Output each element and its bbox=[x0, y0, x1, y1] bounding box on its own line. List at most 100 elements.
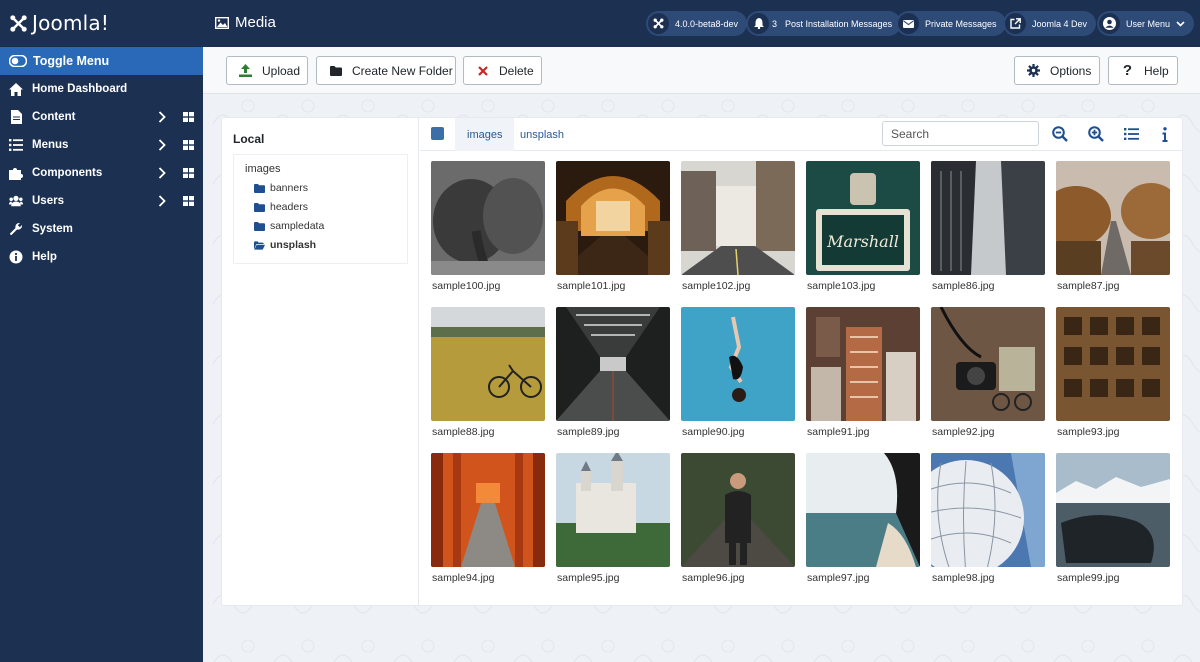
file-name: sample92.jpg bbox=[932, 426, 995, 438]
sidebar-item-content[interactable]: Content bbox=[0, 103, 203, 131]
sidebar-item-label: Home Dashboard bbox=[32, 83, 128, 95]
file-name: sample96.jpg bbox=[682, 572, 745, 584]
breadcrumb-item[interactable]: unsplash bbox=[520, 118, 564, 151]
post-installation-messages-button[interactable]: 3 Post Installation Messages bbox=[746, 11, 902, 36]
thumbnail-image bbox=[806, 453, 920, 567]
tree-folder-headers[interactable]: headers bbox=[254, 201, 308, 213]
list-view-icon[interactable] bbox=[1122, 125, 1140, 143]
wrench-icon bbox=[9, 222, 23, 236]
file-name: sample94.jpg bbox=[432, 572, 495, 584]
media-item[interactable]: sample92.jpg bbox=[931, 307, 1045, 438]
toggle-on-icon bbox=[9, 55, 27, 67]
sidebar-item-label: Content bbox=[32, 111, 76, 123]
folder-icon bbox=[329, 64, 342, 77]
tree-folder-sampledata[interactable]: sampledata bbox=[254, 220, 324, 232]
user-menu-button[interactable]: User Menu bbox=[1097, 11, 1195, 36]
post-install-count: 3 bbox=[772, 18, 778, 29]
sidebar-item-components[interactable]: Components bbox=[0, 159, 203, 187]
upload-button[interactable]: Upload bbox=[226, 56, 308, 85]
list-icon bbox=[9, 138, 23, 152]
media-item[interactable]: sample91.jpg bbox=[806, 307, 920, 438]
site-label: Joomla 4 Dev bbox=[1032, 18, 1088, 29]
options-button[interactable]: Options bbox=[1014, 56, 1100, 85]
gear-icon bbox=[1027, 64, 1040, 77]
dashboard-grid-icon[interactable] bbox=[183, 168, 194, 178]
media-item[interactable]: sample87.jpg bbox=[1056, 161, 1170, 292]
version-badge[interactable]: 4.0.0-beta8-dev bbox=[646, 11, 748, 36]
joomla-logo-icon bbox=[10, 14, 27, 32]
sidebar-item-users[interactable]: Users bbox=[0, 187, 203, 215]
folder-icon bbox=[254, 202, 265, 212]
sidebar-item-system[interactable]: System bbox=[0, 215, 203, 243]
brand-logo[interactable]: Joomla! bbox=[0, 0, 203, 47]
help-label: Help bbox=[1144, 63, 1169, 78]
file-name: sample97.jpg bbox=[807, 572, 870, 584]
info-icon[interactable] bbox=[1156, 125, 1174, 143]
media-item[interactable]: sample89.jpg bbox=[556, 307, 670, 438]
media-item[interactable]: sample90.jpg bbox=[681, 307, 795, 438]
media-item[interactable]: sample100.jpg bbox=[431, 161, 545, 292]
chevron-right-icon[interactable] bbox=[158, 167, 166, 179]
close-icon bbox=[476, 64, 489, 77]
private-messages-button[interactable]: Private Messages bbox=[896, 11, 1006, 36]
thumbnail-image bbox=[556, 161, 670, 275]
sidebar-item-menus[interactable]: Menus bbox=[0, 131, 203, 159]
folder-icon bbox=[254, 221, 265, 231]
sidebar-item-help[interactable]: Help bbox=[0, 243, 203, 271]
media-item[interactable]: sample97.jpg bbox=[806, 453, 920, 584]
search-input[interactable] bbox=[882, 121, 1039, 146]
site-link-button[interactable]: Joomla 4 Dev bbox=[1003, 11, 1097, 36]
thumbnail-image bbox=[431, 307, 545, 421]
media-item[interactable]: sample101.jpg bbox=[556, 161, 670, 292]
tree-folder-label: headers bbox=[270, 201, 308, 213]
user-menu-label: User Menu bbox=[1126, 18, 1171, 29]
joomla-logo-icon bbox=[648, 13, 669, 34]
media-item[interactable]: sample88.jpg bbox=[431, 307, 545, 438]
info-icon bbox=[9, 250, 23, 264]
options-label: Options bbox=[1050, 63, 1092, 78]
zoom-out-icon[interactable] bbox=[1051, 125, 1069, 143]
users-icon bbox=[9, 194, 23, 208]
file-name: sample101.jpg bbox=[557, 280, 626, 292]
chevron-right-icon[interactable] bbox=[158, 139, 166, 151]
thumbnail-image bbox=[1056, 161, 1170, 275]
breadcrumb-item[interactable]: images bbox=[455, 118, 515, 151]
media-item[interactable]: sample98.jpg bbox=[931, 453, 1045, 584]
help-button[interactable]: ? Help bbox=[1108, 56, 1178, 85]
thumbnail-image bbox=[1056, 307, 1170, 421]
thumbnail-image: Marshall bbox=[806, 161, 920, 275]
question-icon: ? bbox=[1122, 62, 1133, 79]
media-item[interactable]: sample93.jpg bbox=[1056, 307, 1170, 438]
chevron-right-icon[interactable] bbox=[158, 111, 166, 123]
post-install-label: Post Installation Messages bbox=[785, 18, 893, 29]
dashboard-grid-icon[interactable] bbox=[183, 196, 194, 206]
dashboard-grid-icon[interactable] bbox=[183, 112, 194, 122]
brand-name: Joomla! bbox=[32, 11, 110, 35]
tree-root-images[interactable]: images bbox=[245, 163, 280, 175]
toggle-menu-button[interactable]: Toggle Menu bbox=[0, 47, 203, 75]
dashboard-grid-icon[interactable] bbox=[183, 140, 194, 150]
file-name: sample91.jpg bbox=[807, 426, 870, 438]
chevron-right-icon[interactable] bbox=[158, 195, 166, 207]
media-manager-panel: Local images banners headers sampledata … bbox=[221, 117, 1183, 606]
sidebar-item-label: Components bbox=[32, 167, 103, 179]
folder-tree: Local images banners headers sampledata … bbox=[222, 118, 419, 605]
external-link-icon bbox=[1005, 13, 1026, 34]
media-item[interactable]: Marshall sample103.jpg bbox=[806, 161, 920, 292]
zoom-in-icon[interactable] bbox=[1087, 125, 1105, 143]
thumbnail-image bbox=[556, 453, 670, 567]
select-all-checkbox[interactable] bbox=[431, 127, 444, 140]
tree-folder-unsplash[interactable]: unsplash bbox=[254, 239, 316, 251]
chevron-down-icon bbox=[1176, 20, 1185, 27]
media-item[interactable]: sample99.jpg bbox=[1056, 453, 1170, 584]
media-item[interactable]: sample96.jpg bbox=[681, 453, 795, 584]
sidebar-item-home-dashboard[interactable]: Home Dashboard bbox=[0, 75, 203, 103]
delete-button[interactable]: Delete bbox=[463, 56, 542, 85]
create-new-folder-button[interactable]: Create New Folder bbox=[316, 56, 456, 85]
media-item[interactable]: sample102.jpg bbox=[681, 161, 795, 292]
media-item[interactable]: sample95.jpg bbox=[556, 453, 670, 584]
tree-folder-banners[interactable]: banners bbox=[254, 182, 308, 194]
thumbnail-image bbox=[931, 453, 1045, 567]
media-item[interactable]: sample86.jpg bbox=[931, 161, 1045, 292]
media-item[interactable]: sample94.jpg bbox=[431, 453, 545, 584]
